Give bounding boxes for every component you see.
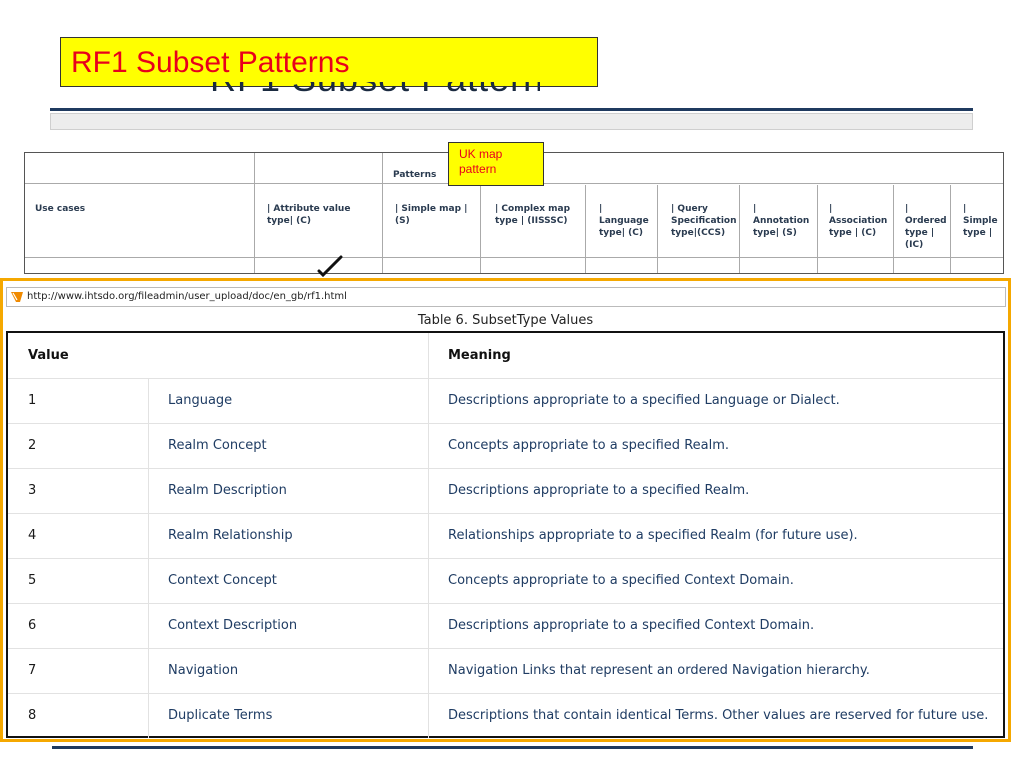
row-name: Language — [168, 393, 233, 408]
row-value: 5 — [28, 573, 37, 588]
table-row: 6 Context Description Descriptions appro… — [8, 603, 1003, 649]
row-meaning: Concepts appropriate to a specified Real… — [448, 438, 730, 453]
table-row: 5 Context Concept Concepts appropriate t… — [8, 558, 1003, 604]
row-name: Realm Description — [168, 483, 287, 498]
table-row: 1 Language Descriptions appropriate to a… — [8, 378, 1003, 424]
header-simple-map: | Simple map | (S) — [395, 204, 468, 226]
row-value: 8 — [28, 708, 37, 723]
column-header-meaning: Meaning — [448, 348, 511, 363]
top-rule — [50, 108, 973, 111]
row-name: Realm Relationship — [168, 528, 293, 543]
header-use-cases: Use cases — [35, 204, 86, 214]
table-row: 4 Realm Relationship Relationships appro… — [8, 513, 1003, 559]
browser-screenshot-frame: http://www.ihtsdo.org/fileadmin/user_upl… — [0, 278, 1011, 742]
header-association-type: | Association type | (C) — [829, 204, 888, 238]
address-bar[interactable]: http://www.ihtsdo.org/fileadmin/user_upl… — [6, 287, 1006, 307]
column-header-value: Value — [28, 348, 69, 363]
slide-title-box: RF1 Subset Patterns — [60, 37, 598, 87]
row-value: 2 — [28, 438, 37, 453]
row-meaning: Descriptions appropriate to a specified … — [448, 483, 750, 498]
row-meaning: Descriptions appropriate to a specified … — [448, 393, 840, 408]
row-value: 3 — [28, 483, 37, 498]
site-favicon-icon — [11, 292, 23, 302]
row-name: Context Description — [168, 618, 298, 633]
row-meaning: Relationships appropriate to a specified… — [448, 528, 858, 543]
row-name: Navigation — [168, 663, 239, 678]
header-language-type: | Language type| (C) — [599, 204, 649, 238]
uk-map-pattern-note: UK map pattern — [448, 142, 544, 186]
row-name: Context Concept — [168, 573, 277, 588]
table-row: 3 Realm Description Descriptions appropr… — [8, 468, 1003, 514]
table-caption: Table 6. SubsetType Values — [417, 313, 594, 328]
row-value: 6 — [28, 618, 37, 633]
row-value: 1 — [28, 393, 37, 408]
row-meaning: Navigation Links that represent an order… — [448, 663, 870, 678]
row-meaning: Descriptions appropriate to a specified … — [448, 618, 815, 633]
table-row: 2 Realm Concept Concepts appropriate to … — [8, 423, 1003, 469]
checkmark-icon — [317, 255, 343, 277]
row-value: 4 — [28, 528, 37, 543]
url-text: http://www.ihtsdo.org/fileadmin/user_upl… — [27, 291, 347, 302]
row-name: Realm Concept — [168, 438, 267, 453]
row-meaning: Descriptions that contain identical Term… — [448, 708, 989, 723]
subset-type-table: Value Meaning 1 Language Descriptions ap… — [6, 331, 1005, 738]
header-annotation-type: | Annotation type| (S) — [753, 204, 810, 238]
slide-title: RF1 Subset Patterns — [71, 46, 350, 79]
table-header-row: Value Meaning — [8, 333, 1003, 379]
row-name: Duplicate Terms — [168, 708, 273, 723]
table-row: 7 Navigation Navigation Links that repre… — [8, 648, 1003, 694]
table-row: 8 Duplicate Terms Descriptions that cont… — [8, 693, 1003, 738]
gray-bar — [50, 113, 973, 130]
row-value: 7 — [28, 663, 37, 678]
obscured-title-text: RF1 Subset Patterns — [210, 82, 540, 96]
header-attribute-value-type: | Attribute value type| (C) — [267, 204, 351, 226]
header-ordered-type: | Ordered type | (IC) — [905, 204, 947, 250]
bottom-rule — [52, 746, 973, 749]
header-query-specification-type: | Query Specification type|(CCS) — [671, 204, 737, 238]
row-meaning: Concepts appropriate to a specified Cont… — [448, 573, 794, 588]
header-complex-map-type: | Complex map type | (IISSSC) — [495, 204, 571, 226]
patterns-group-header: Patterns — [393, 170, 437, 180]
header-simple-type: | Simple type | — [963, 204, 998, 238]
obscured-title-fragment: RF1 Subset Patterns — [210, 82, 540, 96]
